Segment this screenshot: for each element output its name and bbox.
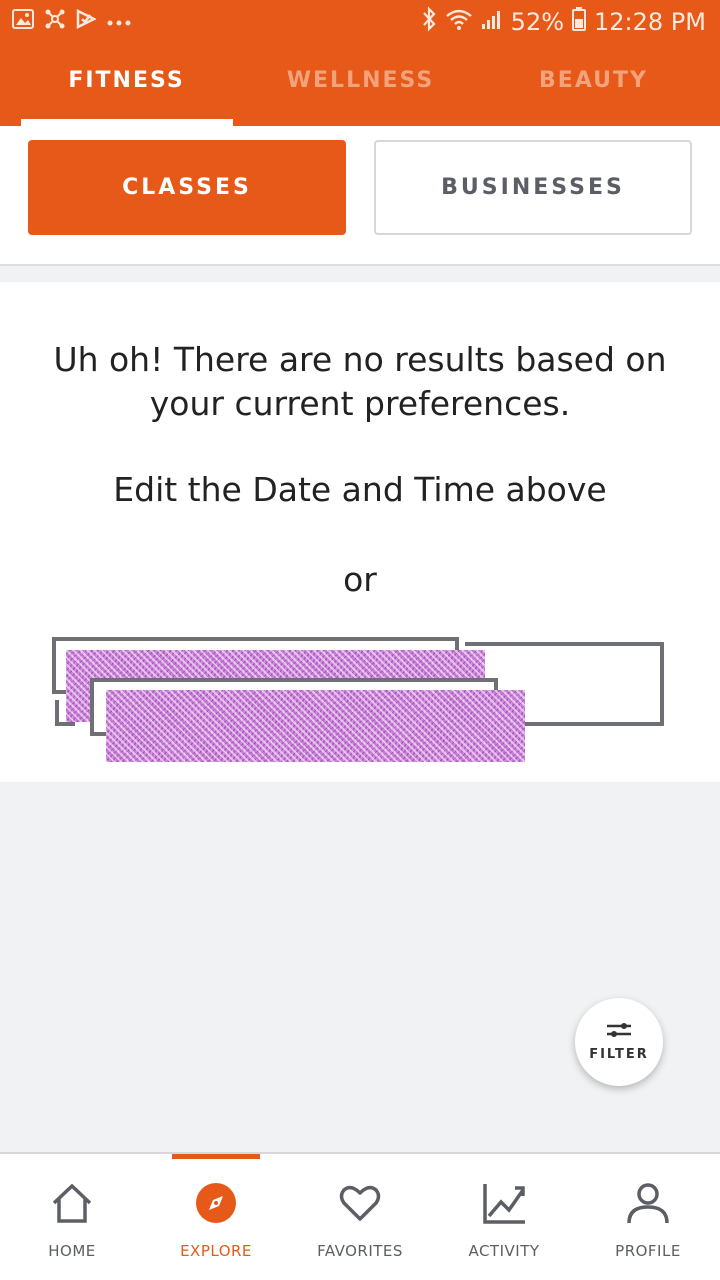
empty-state-panel: Uh oh! There are no results based on you… (0, 282, 720, 782)
or-text: or (343, 560, 377, 599)
more-icon (106, 12, 132, 31)
network-icon (44, 8, 66, 34)
nav-home-label: HOME (48, 1242, 96, 1260)
compass-icon (194, 1180, 238, 1226)
battery-percent: 52% (510, 8, 565, 36)
app-header: 52% 12:28 PM FITNESS WELLNESS BEAUTY (0, 0, 720, 126)
sliders-icon (605, 1022, 633, 1041)
nav-favorites[interactable]: FAVORITES (288, 1154, 432, 1280)
tab-wellness[interactable]: WELLNESS (244, 68, 477, 93)
classes-button[interactable]: CLASSES (28, 140, 346, 235)
tab-beauty[interactable]: BEAUTY (477, 68, 710, 93)
home-icon (50, 1180, 94, 1226)
heart-icon (338, 1180, 382, 1226)
redacted-button-content-lower (106, 690, 525, 762)
nav-home[interactable]: HOME (0, 1154, 144, 1280)
check-icon (76, 8, 97, 33)
user-icon (626, 1180, 670, 1226)
image-icon (12, 9, 34, 33)
nav-explore-label: EXPLORE (180, 1242, 252, 1260)
nav-profile-label: PROFILE (615, 1242, 681, 1260)
status-bar: 52% 12:28 PM (0, 0, 720, 44)
status-right: 52% 12:28 PM (421, 6, 706, 38)
bottom-nav: HOME EXPLORE FAVORITES ACTIVITY PROFILE (0, 1152, 720, 1280)
nav-favorites-label: FAVORITES (317, 1242, 403, 1260)
bluetooth-icon (421, 6, 437, 38)
nav-explore[interactable]: EXPLORE (144, 1154, 288, 1280)
wifi-icon (445, 7, 473, 37)
filter-button[interactable]: FILTER (575, 998, 663, 1086)
signal-icon (481, 8, 503, 36)
status-left (12, 8, 132, 34)
nav-activity[interactable]: ACTIVITY (432, 1154, 576, 1280)
tab-fitness[interactable]: FITNESS (10, 68, 243, 93)
filter-label: FILTER (589, 1047, 649, 1062)
battery-icon (572, 7, 587, 37)
tab-indicator (21, 119, 233, 126)
no-results-message: Uh oh! There are no results based on you… (53, 340, 667, 423)
nav-profile[interactable]: PROFILE (576, 1154, 720, 1280)
segment-control: CLASSES BUSINESSES (0, 126, 720, 266)
chart-icon (481, 1180, 527, 1226)
category-tabs: FITNESS WELLNESS BEAUTY (0, 56, 720, 126)
clock: 12:28 PM (594, 8, 706, 36)
nav-activity-label: ACTIVITY (468, 1242, 540, 1260)
edit-date-message: Edit the Date and Time above (113, 470, 607, 509)
businesses-button[interactable]: BUSINESSES (374, 140, 692, 235)
